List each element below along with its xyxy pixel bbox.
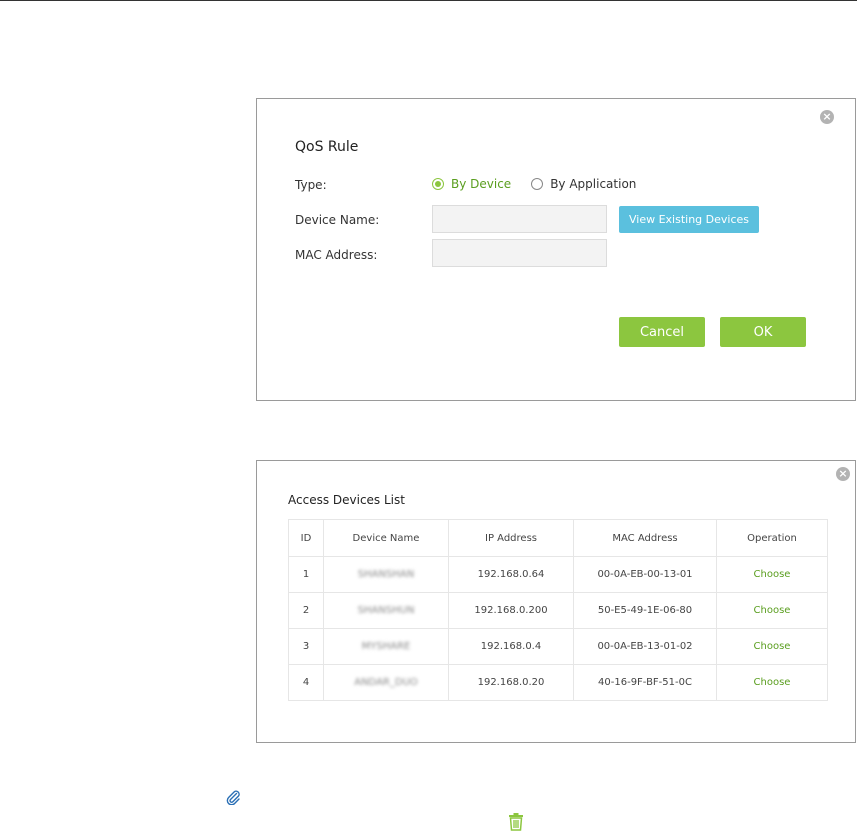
choose-link[interactable]: Choose [716,592,828,629]
cancel-button[interactable]: Cancel [619,317,705,347]
cell-id: 1 [288,556,324,593]
column-header-id: ID [288,519,324,557]
cell-id: 2 [288,592,324,629]
cell-ip: 192.168.0.64 [448,556,574,593]
cell-ip: 192.168.0.20 [448,664,574,701]
qos-rule-title: QoS Rule [295,139,359,155]
cell-mac: 40-16-9F-BF-51-0C [573,664,717,701]
devices-table: ID Device Name IP Address MAC Address Op… [288,519,828,701]
by-device-label: By Device [451,177,512,191]
cell-device-name: ANDAR_DUO [323,664,449,701]
cell-id: 3 [288,628,324,665]
access-devices-title: Access Devices List [288,493,405,507]
by-device-radio[interactable]: By Device [432,177,511,191]
trash-icon[interactable] [507,812,525,831]
choose-link[interactable]: Choose [716,664,828,701]
cell-ip: 192.168.0.200 [448,592,574,629]
column-header-device-name: Device Name [323,519,449,557]
cell-device-name: SHANSHAN [323,556,449,593]
table-row: 3 MYSHARE 192.168.0.4 00-0A-EB-13-01-02 … [288,628,828,665]
choose-link[interactable]: Choose [716,556,828,593]
cell-mac: 50-E5-49-1E-06-80 [573,592,717,629]
cell-device-name: SHANSHUN [323,592,449,629]
table-header-row: ID Device Name IP Address MAC Address Op… [288,519,828,557]
table-row: 2 SHANSHUN 192.168.0.200 50-E5-49-1E-06-… [288,592,828,629]
qos-rule-panel: × QoS Rule Type: By Device By Applicatio… [256,98,856,401]
by-application-label: By Application [550,177,637,191]
column-header-operation: Operation [716,519,828,557]
by-application-radio[interactable]: By Application [531,177,636,191]
view-existing-devices-button[interactable]: View Existing Devices [619,206,759,233]
cell-ip: 192.168.0.4 [448,628,574,665]
mac-address-input[interactable] [432,239,607,267]
cell-device-name: MYSHARE [323,628,449,665]
top-divider [0,0,857,1]
radio-unchecked-icon [531,178,544,190]
table-row: 1 SHANSHAN 192.168.0.64 00-0A-EB-00-13-0… [288,556,828,593]
access-devices-panel: × Access Devices List ID Device Name IP … [256,460,856,743]
cell-mac: 00-0A-EB-13-01-02 [573,628,717,665]
choose-link[interactable]: Choose [716,628,828,665]
column-header-ip-address: IP Address [448,519,574,557]
type-radio-group: By Device By Application [432,177,656,191]
radio-checked-icon [432,178,444,190]
cell-id: 4 [288,664,324,701]
paperclip-icon [226,790,240,805]
close-icon[interactable]: × [820,110,834,124]
type-label: Type: [295,178,327,192]
table-row: 4 ANDAR_DUO 192.168.0.20 40-16-9F-BF-51-… [288,664,828,701]
close-icon[interactable]: × [836,467,850,481]
device-name-input[interactable] [432,205,607,233]
ok-button[interactable]: OK [720,317,806,347]
mac-address-label: MAC Address: [295,248,378,262]
device-name-label: Device Name: [295,213,380,227]
cell-mac: 00-0A-EB-00-13-01 [573,556,717,593]
column-header-mac-address: MAC Address [573,519,717,557]
